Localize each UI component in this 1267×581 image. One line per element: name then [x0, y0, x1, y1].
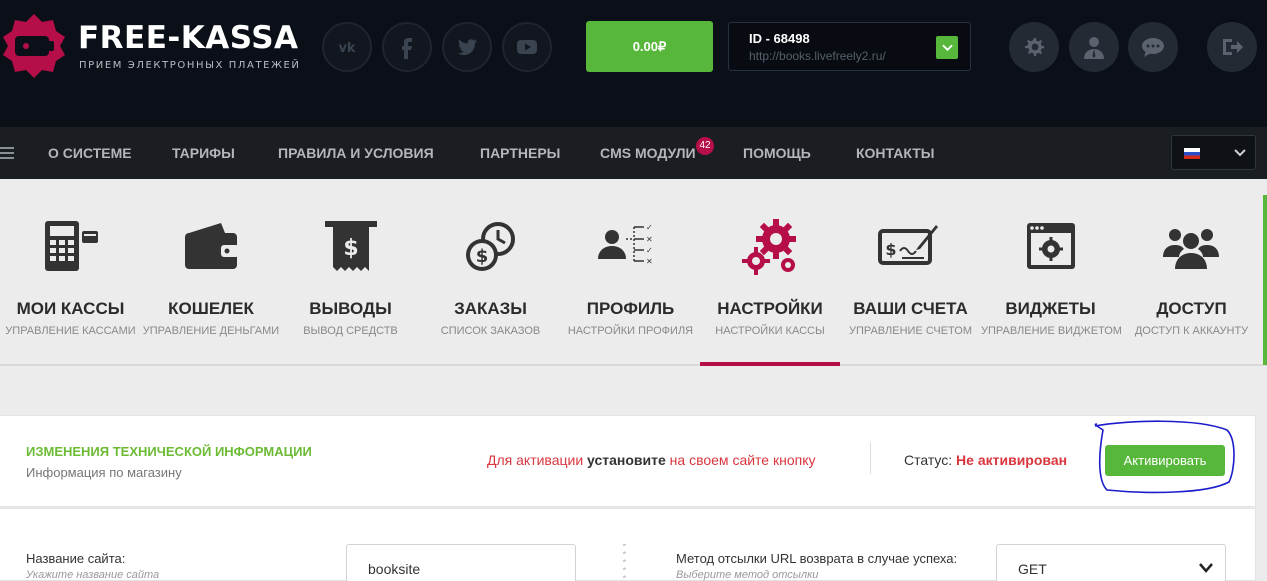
- notice-text: на своем сайте кнопку: [665, 452, 816, 468]
- top-header: FREE-KASSA ПРИЕМ ЭЛЕКТРОННЫХ ПЛАТЕЖЕЙ vk…: [0, 0, 1267, 127]
- status: Статус: Не активирован: [904, 452, 1067, 468]
- active-tab-indicator: [700, 362, 840, 366]
- main-nav: О СИСТЕМЕ ТАРИФЫ ПРАВИЛА И УСЛОВИЯ ПАРТН…: [0, 127, 1267, 179]
- twitter-icon[interactable]: [442, 22, 492, 72]
- nav-tariffs[interactable]: ТАРИФЫ: [172, 127, 235, 179]
- check-icon: $: [878, 225, 938, 265]
- site-name-hint: Укажите название сайта: [26, 569, 160, 581]
- calculator-icon: [45, 221, 98, 271]
- tab-title: ДОСТУП: [1156, 299, 1227, 318]
- youtube-icon[interactable]: [502, 22, 552, 72]
- widget-icon: [1027, 223, 1075, 269]
- section-tabs: МОИ КАССЫ УПРАВЛЕНИЕ КАССАМИ КОШЕЛЕК УПР…: [0, 179, 1267, 366]
- tab-subtitle: УПРАВЛЕНИЕ ДЕНЬГАМИ: [142, 325, 280, 337]
- profile-icon: ✓ ✕ ✓ ✕: [598, 223, 653, 266]
- svg-text:$: $: [885, 240, 896, 259]
- tab-widgets[interactable]: ВИДЖЕТЫ УПРАВЛЕНИЕ ВИДЖЕТОМ: [981, 179, 1122, 366]
- tab-wallet[interactable]: КОШЕЛЕК УПРАВЛЕНИЕ ДЕНЬГАМИ: [141, 179, 281, 366]
- cms-count-badge: 42: [696, 137, 714, 155]
- chevron-down-icon: [1199, 563, 1213, 573]
- tab-title: МОИ КАССЫ: [16, 299, 125, 318]
- site-name-label: Название сайта:: [26, 551, 126, 566]
- logout-icon[interactable]: [1207, 22, 1257, 72]
- notice-emphasis: установите: [587, 452, 666, 468]
- method-selected-value: GET: [1018, 561, 1047, 577]
- status-value: Не активирован: [956, 452, 1068, 468]
- nav-help[interactable]: ПОМОЩЬ: [743, 127, 811, 179]
- method-select[interactable]: GET: [996, 544, 1226, 581]
- shop-selector[interactable]: ID - 68498 http://books.livefreely2.ru/: [728, 22, 971, 71]
- panel-subtitle: Информация по магазину: [26, 465, 182, 480]
- tab-subtitle: ВЫВОД СРЕДСТВ: [303, 325, 398, 337]
- svg-text:✕: ✕: [646, 235, 653, 244]
- tab-orders[interactable]: $ ЗАКАЗЫ СПИСОК ЗАКАЗОВ: [420, 179, 561, 366]
- tab-title: ЗАКАЗЫ: [454, 299, 527, 318]
- svg-text:$: $: [343, 236, 358, 261]
- menu-icon[interactable]: [0, 146, 14, 160]
- russia-flag-icon: [1184, 148, 1200, 159]
- vk-icon[interactable]: vk: [322, 22, 372, 72]
- panel-title: ИЗМЕНЕНИЯ ТЕХНИЧЕСКОЙ ИНФОРМАЦИИ: [26, 444, 312, 459]
- tab-subtitle: УПРАВЛЕНИЕ ВИДЖЕТОМ: [981, 325, 1122, 337]
- activation-notice: Для активации установите на своем сайте …: [487, 452, 816, 468]
- svg-text:✓: ✓: [646, 223, 653, 232]
- brand-subtitle: ПРИЕМ ЭЛЕКТРОННЫХ ПЛАТЕЖЕЙ: [79, 60, 301, 71]
- brand-title: FREE-KASSA: [78, 20, 299, 56]
- svg-text:✓: ✓: [646, 246, 653, 255]
- svg-text:✕: ✕: [646, 257, 653, 266]
- tab-profile[interactable]: ✓ ✕ ✓ ✕ ПРОФИЛЬ НАСТРОЙКИ ПРОФИЛЯ: [561, 179, 700, 366]
- method-hint: Выберите метод отсылки: [676, 569, 819, 581]
- nav-rules[interactable]: ПРАВИЛА И УСЛОВИЯ: [278, 127, 434, 179]
- tab-subtitle: УПРАВЛЕНИЕ КАССАМИ: [5, 325, 136, 337]
- tab-settings[interactable]: НАСТРОЙКИ НАСТРОЙКИ КАССЫ: [700, 179, 840, 366]
- group-icon: [1163, 229, 1219, 269]
- column-separator: [622, 544, 627, 579]
- nav-partners[interactable]: ПАРТНЕРЫ: [480, 127, 560, 179]
- nav-about[interactable]: О СИСТЕМЕ: [48, 127, 132, 179]
- shop-id: ID - 68498: [749, 31, 810, 46]
- tab-access[interactable]: ДОСТУП ДОСТУП К АККАУНТУ: [1120, 179, 1263, 366]
- chat-icon[interactable]: [1128, 22, 1178, 72]
- tab-subtitle: НАСТРОЙКИ КАССЫ: [715, 325, 825, 337]
- svg-text:$: $: [476, 246, 489, 267]
- nav-cms-modules[interactable]: CMS МОДУЛИ: [600, 127, 696, 179]
- activate-button[interactable]: Активировать: [1105, 445, 1225, 476]
- status-label: Статус:: [904, 452, 957, 468]
- tab-subtitle: УПРАВЛЕНИЕ СЧЕТОМ: [848, 325, 973, 337]
- shop-url: http://books.livefreely2.ru/: [749, 49, 886, 63]
- chevron-down-icon[interactable]: [936, 36, 958, 59]
- notice-text: Для активации: [487, 452, 588, 468]
- gears-icon: [742, 219, 796, 275]
- tab-subtitle: СПИСОК ЗАКАЗОВ: [440, 325, 541, 337]
- tech-info-panel: ИЗМЕНЕНИЯ ТЕХНИЧЕСКОЙ ИНФОРМАЦИИ Информа…: [0, 415, 1256, 507]
- nav-contacts[interactable]: КОНТАКТЫ: [856, 127, 934, 179]
- chevron-down-icon: [1234, 149, 1246, 157]
- tab-subtitle: ДОСТУП К АККАУНТУ: [1134, 325, 1249, 337]
- tab-withdrawals[interactable]: $ ВЫВОДЫ ВЫВОД СРЕДСТВ: [281, 179, 420, 366]
- tab-title: ПРОФИЛЬ: [586, 299, 675, 318]
- tab-title: КОШЕЛЕК: [168, 299, 254, 318]
- side-accent: [1263, 195, 1267, 365]
- divider: [870, 442, 871, 474]
- tab-my-kassas[interactable]: МОИ КАССЫ УПРАВЛЕНИЕ КАССАМИ: [0, 179, 141, 366]
- balance-button[interactable]: 0.00₽: [586, 21, 713, 72]
- tab-subtitle: НАСТРОЙКИ ПРОФИЛЯ: [567, 325, 694, 337]
- site-name-input[interactable]: booksite: [346, 544, 576, 581]
- svg-text:vk: vk: [338, 41, 355, 56]
- tab-your-accounts[interactable]: $ ВАШИ СЧЕТА УПРАВЛЕНИЕ СЧЕТОМ: [840, 179, 981, 366]
- language-selector[interactable]: [1171, 135, 1256, 170]
- tab-title: ВАШИ СЧЕТА: [853, 299, 968, 318]
- receipt-icon: $: [325, 221, 377, 271]
- coins-clock-icon: $: [466, 222, 515, 271]
- tab-title: ВИДЖЕТЫ: [1005, 299, 1096, 318]
- method-label: Метод отсылки URL возврата в случае успе…: [676, 551, 958, 566]
- logo-icon[interactable]: [2, 14, 66, 78]
- site-settings-form: Название сайта: Укажите название сайта b…: [0, 508, 1256, 581]
- gear-icon[interactable]: [1009, 22, 1059, 72]
- tab-title: НАСТРОЙКИ: [717, 299, 823, 318]
- facebook-icon[interactable]: [382, 22, 432, 72]
- tab-title: ВЫВОДЫ: [309, 299, 392, 318]
- user-icon[interactable]: [1069, 22, 1119, 72]
- wallet-icon: [185, 223, 239, 269]
